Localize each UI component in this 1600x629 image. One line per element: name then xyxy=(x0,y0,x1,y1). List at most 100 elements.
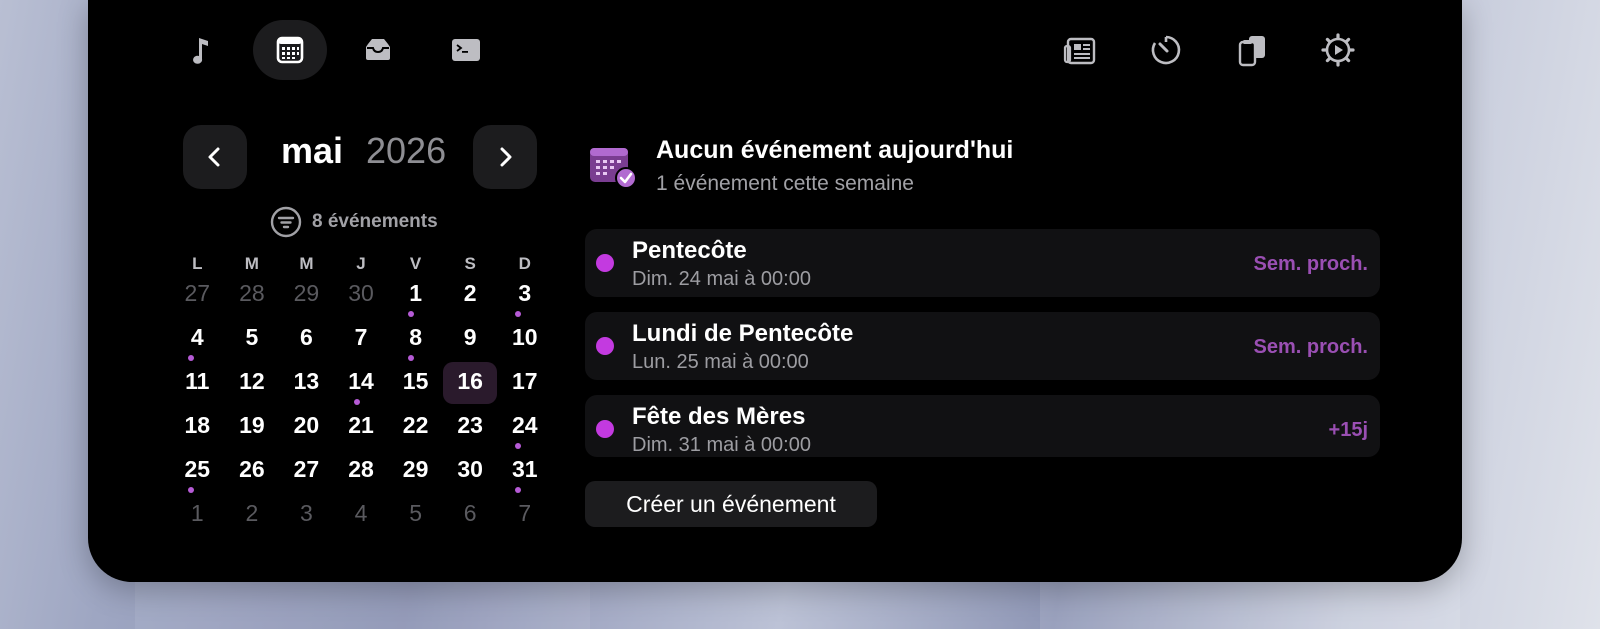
calendar-day[interactable]: 23 xyxy=(443,408,498,452)
event-item[interactable]: Pentecôte Dim. 24 mai à 00:00 Sem. proch… xyxy=(585,229,1380,297)
day-number: 13 xyxy=(293,368,320,394)
calendar-day[interactable]: 30 xyxy=(443,452,498,496)
calendar-day[interactable]: 18 xyxy=(170,408,225,452)
event-indicator-dot xyxy=(188,355,194,361)
calendar-day[interactable]: 14 xyxy=(334,364,389,408)
previous-month-button[interactable] xyxy=(183,125,247,189)
event-relative-tag: +15j xyxy=(1328,419,1368,441)
calendar-day[interactable]: 30 xyxy=(334,276,389,320)
day-number: 30 xyxy=(457,456,483,482)
day-number: 22 xyxy=(402,412,429,438)
calendar-day[interactable]: 1 xyxy=(170,496,225,540)
event-color-dot xyxy=(596,420,614,438)
month-label: mai xyxy=(281,130,344,171)
weekday-label: L xyxy=(192,254,203,273)
calendar-day[interactable]: 11 xyxy=(170,364,225,408)
calendar-day[interactable]: 25 xyxy=(170,452,225,496)
event-title: Lundi de Pentecôte xyxy=(632,320,854,347)
calendar-day[interactable]: 26 xyxy=(225,452,280,496)
calendar-day[interactable]: 29 xyxy=(388,452,443,496)
day-number: 21 xyxy=(348,412,374,438)
music-icon xyxy=(193,38,208,64)
day-number: 27 xyxy=(184,280,211,306)
day-number: 31 xyxy=(511,456,538,482)
event-indicator-dot xyxy=(408,355,415,361)
day-number: 7 xyxy=(518,500,532,526)
weekday-label: M xyxy=(299,254,314,273)
day-number: 29 xyxy=(293,280,320,306)
calendar-day[interactable]: 6 xyxy=(279,320,334,364)
calendar-day[interactable]: 27 xyxy=(279,452,334,496)
tab-calendar[interactable] xyxy=(253,20,327,80)
calendar-day[interactable]: 5 xyxy=(388,496,443,540)
event-indicator-dot xyxy=(515,443,522,449)
calendar-day[interactable]: 3 xyxy=(497,276,552,320)
day-number: 20 xyxy=(293,412,320,438)
event-color-dot xyxy=(596,254,614,272)
weekday-label: M xyxy=(244,254,259,273)
tab-music[interactable] xyxy=(165,20,239,80)
event-title: Pentecôte xyxy=(632,237,747,264)
chevron-right-icon xyxy=(500,147,512,167)
event-item[interactable]: Fête des Mères Dim. 31 mai à 00:00 +15j xyxy=(585,395,1380,457)
calendar-day-today[interactable]: 16 xyxy=(442,362,498,408)
clipboard-button[interactable] xyxy=(1215,20,1289,80)
tab-tray[interactable] xyxy=(341,20,415,80)
event-color-dot xyxy=(596,337,614,355)
calendar-day[interactable]: 24 xyxy=(497,408,552,452)
weekday-label: S xyxy=(464,254,476,273)
calendar-day[interactable]: 7 xyxy=(334,320,389,364)
calendar-day[interactable]: 10 xyxy=(497,320,552,364)
calendar-day[interactable]: 15 xyxy=(388,364,443,408)
calendar-week-row: 1 2 3 4 5 6 7 xyxy=(170,496,552,540)
news-icon xyxy=(1063,37,1096,65)
calendar-day[interactable]: 19 xyxy=(225,408,280,452)
calendar-day[interactable]: 27 xyxy=(170,276,225,320)
calendar-day[interactable]: 12 xyxy=(225,364,280,408)
filter-icon xyxy=(270,206,302,238)
calendar-day[interactable]: 20 xyxy=(279,408,334,452)
day-number: 25 xyxy=(184,456,211,482)
calendar-day[interactable]: 31 xyxy=(497,452,552,496)
day-number: 19 xyxy=(239,412,265,438)
weekday-header: LMMJVSD xyxy=(170,252,552,276)
next-month-button[interactable] xyxy=(473,125,537,189)
event-item[interactable]: Lundi de Pentecôte Lun. 25 mai à 00:00 S… xyxy=(585,312,1380,380)
day-number: 24 xyxy=(511,412,538,438)
calendar-day[interactable]: 21 xyxy=(334,408,389,452)
day-number: 30 xyxy=(348,280,374,306)
calendar-day[interactable]: 17 xyxy=(497,364,552,408)
calendar-day[interactable]: 22 xyxy=(388,408,443,452)
timer-icon xyxy=(1151,35,1181,65)
calendar-day[interactable]: 7 xyxy=(497,496,552,540)
event-indicator-dot xyxy=(188,487,194,493)
day-number: 9 xyxy=(463,324,477,350)
calendar-day[interactable]: 4 xyxy=(334,496,389,540)
timer-button[interactable] xyxy=(1129,20,1203,80)
day-number: 15 xyxy=(402,368,429,394)
calendar-day[interactable]: 3 xyxy=(279,496,334,540)
calendar-day[interactable]: 2 xyxy=(443,276,498,320)
create-event-button[interactable]: Créer un événement xyxy=(585,481,877,527)
day-number: 10 xyxy=(511,324,538,350)
day-number: 16 xyxy=(457,368,483,394)
calendar-day[interactable]: 5 xyxy=(225,320,280,364)
calendar-day[interactable]: 13 xyxy=(279,364,334,408)
news-button[interactable] xyxy=(1043,20,1117,80)
settings-button[interactable] xyxy=(1301,20,1375,80)
day-number: 6 xyxy=(463,500,477,526)
calendar-day[interactable]: 8 xyxy=(388,320,443,364)
calendar-day[interactable]: 28 xyxy=(334,452,389,496)
event-relative-tag: Sem. proch. xyxy=(1253,253,1368,275)
tray-icon xyxy=(366,39,390,60)
calendar-day[interactable]: 9 xyxy=(443,320,498,364)
calendar-day[interactable]: 2 xyxy=(225,496,280,540)
calendar-day[interactable]: 28 xyxy=(225,276,280,320)
calendar-day[interactable]: 6 xyxy=(443,496,498,540)
calendar-day[interactable]: 4 xyxy=(170,320,225,364)
tab-terminal[interactable] xyxy=(429,20,503,80)
event-filter[interactable]: 8 événements xyxy=(270,206,438,238)
calendar-day[interactable]: 29 xyxy=(279,276,334,320)
year-label: 2026 xyxy=(366,130,447,171)
calendar-day[interactable]: 1 xyxy=(388,276,443,320)
